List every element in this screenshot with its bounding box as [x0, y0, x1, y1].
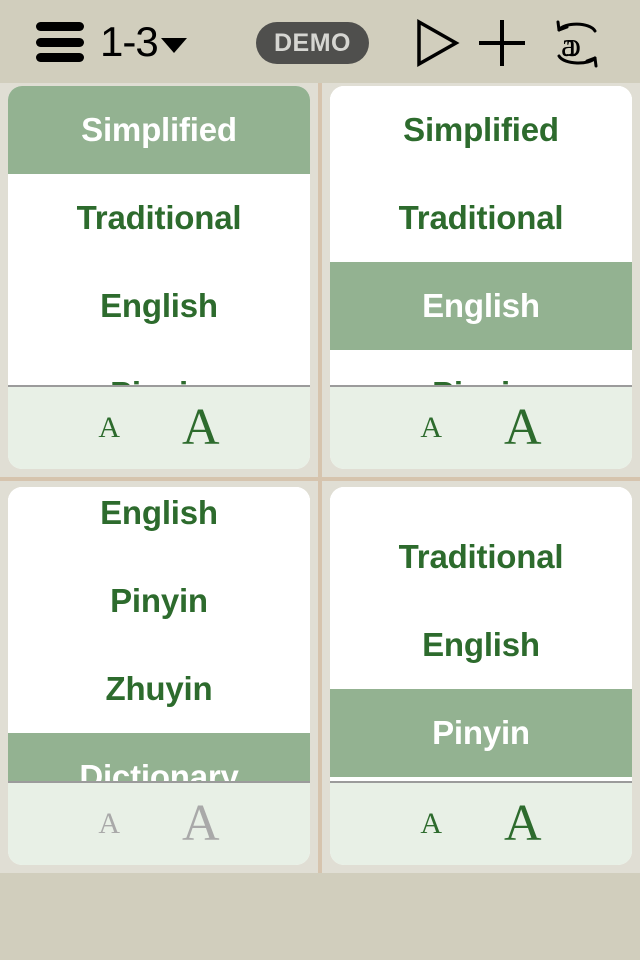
card-option-row[interactable]: English	[330, 262, 632, 350]
font-size-toolbar: A A	[8, 781, 310, 865]
card-option-row[interactable]: Simplified	[8, 86, 310, 174]
card-option-list-inner: Simplified Traditional English Pinyin Zh…	[8, 86, 310, 385]
card-option-row[interactable]: Dictionary	[8, 733, 310, 781]
card-option-row[interactable]: Pinyin	[8, 557, 310, 645]
increase-font-size-button[interactable]: A	[182, 402, 220, 454]
bottom-spacer	[0, 873, 640, 960]
top-toolbar: 1-3 DEMO a c	[0, 0, 640, 83]
hamburger-bar	[36, 22, 84, 31]
hamburger-bar	[36, 53, 84, 62]
card-option-row[interactable]: Traditional	[330, 513, 632, 601]
card-option-row[interactable]: Traditional	[8, 174, 310, 262]
card-option-list[interactable]: Simplified Traditional English Pinyin Zh…	[8, 487, 310, 781]
increase-font-size-button[interactable]: A	[504, 798, 542, 850]
card-option-list[interactable]: Simplified Traditional English Pinyin Zh…	[330, 86, 632, 385]
lesson-range-label: 1-3	[100, 18, 159, 65]
lesson-range-selector[interactable]: 1-3	[100, 13, 187, 71]
increase-font-size-button[interactable]: A	[504, 402, 542, 454]
decrease-font-size-button[interactable]: A	[420, 809, 442, 839]
character-convert-icon: a c	[556, 20, 598, 68]
card-option-list-inner: Simplified Traditional English Pinyin Zh…	[330, 86, 632, 385]
play-button[interactable]	[412, 18, 460, 68]
card-option-row[interactable]: English	[330, 601, 632, 689]
demo-badge[interactable]: DEMO	[256, 22, 369, 64]
hamburger-menu-icon[interactable]	[36, 22, 84, 62]
card-option-row[interactable]: Zhuyin	[330, 777, 632, 781]
character-convert-button[interactable]: a c	[548, 14, 606, 72]
hamburger-bar	[36, 37, 84, 47]
card-option-row[interactable]: Pinyin	[330, 350, 632, 385]
card-option-row[interactable]: Traditional	[330, 174, 632, 262]
grid-cell: Simplified Traditional English Pinyin Zh…	[322, 481, 640, 873]
decrease-font-size-button[interactable]: A	[98, 809, 120, 839]
svg-text:c: c	[566, 27, 581, 64]
caret-down-icon	[160, 37, 187, 53]
grid-cell: Simplified Traditional English Pinyin Zh…	[322, 83, 640, 477]
plus-icon	[479, 20, 525, 66]
flashcard-grid: Simplified Traditional English Pinyin Zh…	[0, 83, 640, 873]
grid-cell: Simplified Traditional English Pinyin Zh…	[0, 83, 318, 477]
card-option-list[interactable]: Simplified Traditional English Pinyin Zh…	[8, 86, 310, 385]
card-option-list-inner: Simplified Traditional English Pinyin Zh…	[330, 487, 632, 781]
card-option-row[interactable]: English	[8, 487, 310, 557]
font-size-toolbar: A A	[330, 385, 632, 469]
font-size-toolbar: A A	[330, 781, 632, 865]
card-option-row[interactable]: Zhuyin	[8, 645, 310, 733]
decrease-font-size-button[interactable]: A	[420, 413, 442, 443]
add-button[interactable]	[476, 18, 528, 68]
demo-badge-label: DEMO	[274, 28, 351, 57]
card-option-list[interactable]: Simplified Traditional English Pinyin Zh…	[330, 487, 632, 781]
play-triangle-icon	[417, 18, 460, 68]
increase-font-size-button[interactable]: A	[182, 798, 220, 850]
card-option-row[interactable]: Simplified	[330, 487, 632, 513]
card-top-right[interactable]: Simplified Traditional English Pinyin Zh…	[330, 86, 632, 469]
app-root: 1-3 DEMO a c Simplified Traditional Engl…	[0, 0, 640, 960]
card-option-row[interactable]: Pinyin	[8, 350, 310, 385]
card-option-row[interactable]: Simplified	[330, 86, 632, 174]
card-bottom-left[interactable]: Simplified Traditional English Pinyin Zh…	[8, 487, 310, 865]
card-option-list-inner: Simplified Traditional English Pinyin Zh…	[8, 487, 310, 781]
card-option-row[interactable]: English	[8, 262, 310, 350]
font-size-toolbar: A A	[8, 385, 310, 469]
card-top-left[interactable]: Simplified Traditional English Pinyin Zh…	[8, 86, 310, 469]
card-bottom-right[interactable]: Simplified Traditional English Pinyin Zh…	[330, 487, 632, 865]
decrease-font-size-button[interactable]: A	[98, 413, 120, 443]
row-separator	[0, 477, 640, 481]
card-option-row[interactable]: Pinyin	[330, 689, 632, 777]
grid-cell: Simplified Traditional English Pinyin Zh…	[0, 481, 318, 873]
